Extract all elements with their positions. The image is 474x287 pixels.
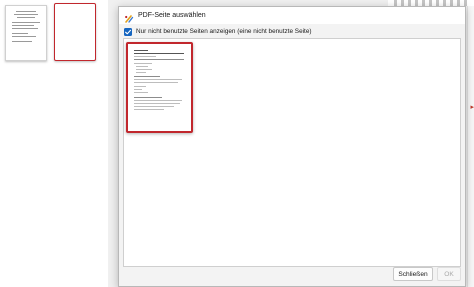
dialog-titlebar: PDF-Seite auswählen <box>119 7 465 24</box>
page-thumbnail-1[interactable] <box>5 5 47 61</box>
ok-button-disabled: OK <box>437 267 461 281</box>
close-button[interactable]: Schließen <box>393 267 433 281</box>
checkmark-icon <box>125 29 132 34</box>
app-logo-icon <box>124 11 134 23</box>
unused-pages-checkbox[interactable] <box>124 27 132 36</box>
pdf-page-select-dialog: PDF-Seite auswählen Nur nicht benutzte S… <box>118 6 466 287</box>
pdf-page-preview[interactable] <box>126 42 193 133</box>
page-preview-list[interactable] <box>123 38 461 267</box>
chevron-right-icon[interactable]: ▸ <box>470 104 474 111</box>
unused-pages-checkbox-label[interactable]: Nur nicht benutzte Seiten anzeigen (eine… <box>136 28 312 35</box>
unused-pages-filter[interactable]: Nur nicht benutzte Seiten anzeigen (eine… <box>124 26 312 37</box>
page-thumbnail-2-selected[interactable] <box>54 3 96 61</box>
dialog-title: PDF-Seite auswählen <box>138 12 206 19</box>
dialog-footer: Schließen OK <box>119 264 465 286</box>
right-side-panel <box>467 6 474 287</box>
